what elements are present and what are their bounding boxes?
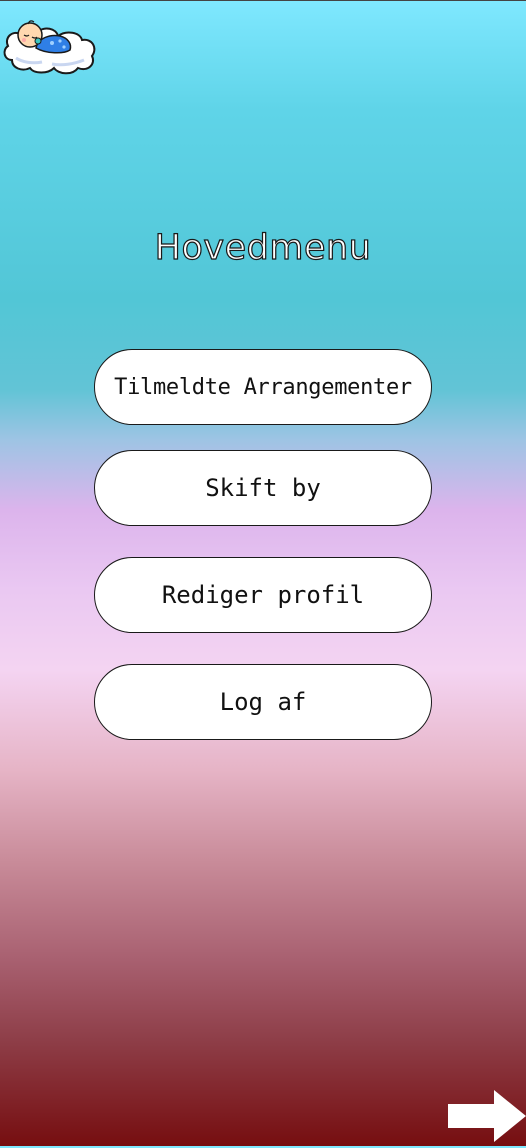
sleeping-baby-cloud-logo xyxy=(2,8,98,76)
edit-profile-button[interactable]: Rediger profil xyxy=(94,557,432,633)
log-out-button[interactable]: Log af xyxy=(94,664,432,740)
registered-events-button[interactable]: Tilmeldte Arrangementer xyxy=(94,349,432,425)
arrow-right-icon[interactable] xyxy=(446,1088,526,1144)
change-city-button[interactable]: Skift by xyxy=(94,450,432,526)
top-border xyxy=(0,0,526,1)
page-title: Hovedmenu xyxy=(154,227,372,268)
